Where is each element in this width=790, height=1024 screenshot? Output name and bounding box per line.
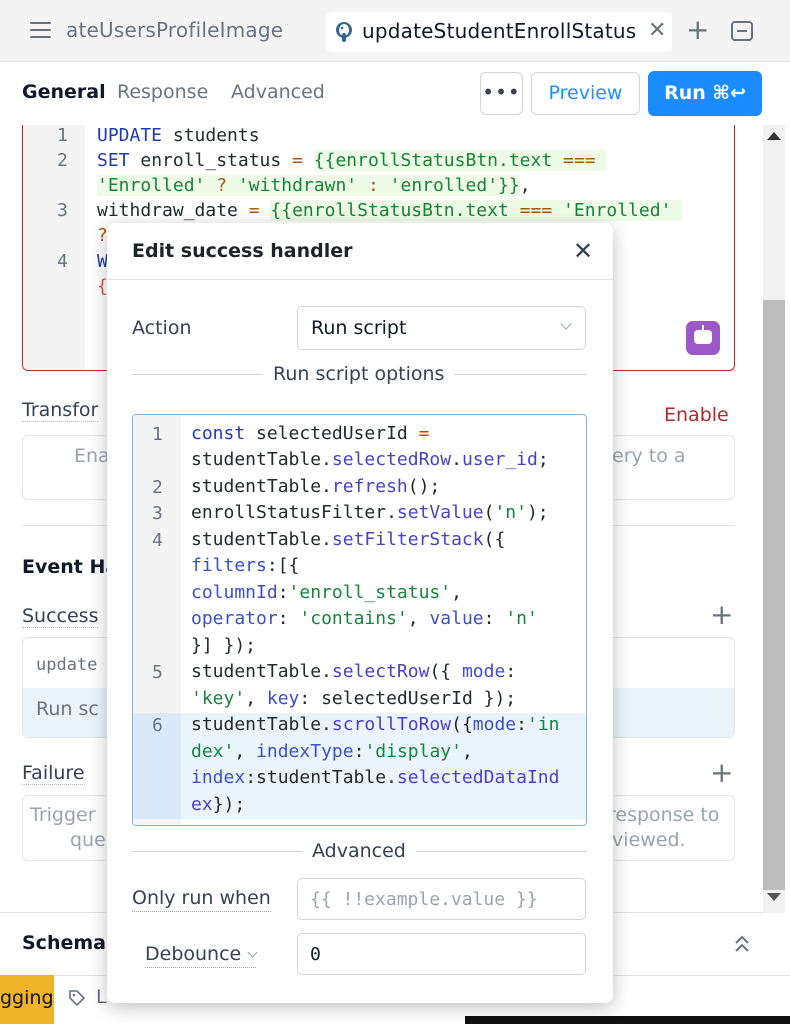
close-icon[interactable]: ✕ <box>573 237 593 265</box>
failure-placeholder: Trigger <box>30 804 96 826</box>
line-number: 4 <box>152 530 163 551</box>
debounce-input[interactable]: 0 <box>297 933 586 975</box>
action-select[interactable]: Run script <box>297 306 586 350</box>
code-line: 'Enrolled' ? 'withdrawn' : 'enrolled'}}, <box>97 175 531 196</box>
advanced-heading: Advanced <box>302 840 416 862</box>
code-line: SET enroll_status = {{enrollStatusBtn.te… <box>97 150 607 171</box>
schema-heading[interactable]: Schema <box>22 932 106 954</box>
failure-placeholder: viewed. <box>612 829 686 851</box>
chevron-down-icon <box>560 318 572 330</box>
tag-icon <box>69 990 86 1007</box>
logging-tab[interactable]: gging <box>0 975 54 1024</box>
code-line: columnId:'enroll_status', <box>191 582 462 603</box>
scroll-up-arrow[interactable] <box>767 132 781 140</box>
tab-response[interactable]: Response <box>117 81 208 103</box>
chevron-down-icon <box>247 947 258 958</box>
code-line: }] }); <box>191 635 257 656</box>
run-script-options-heading: Run script options <box>263 363 455 385</box>
code-line: const selectedUserId = <box>191 423 430 444</box>
add-success-handler-plus-icon[interactable]: + <box>710 601 733 629</box>
code-line: studentTable.refresh(); <box>191 476 441 497</box>
failure-placeholder: response to <box>608 804 720 826</box>
code-line: filters:[{ <box>191 555 300 576</box>
only-run-when-label: Only run when <box>132 887 271 912</box>
code-line: UPDATE students <box>97 125 260 146</box>
code-line: enrollStatusFilter.setValue('n'); <box>191 502 549 523</box>
line-number: 5 <box>152 662 163 683</box>
bottom-tab-partial[interactable]: L <box>96 986 107 1008</box>
minimize-icon[interactable] <box>731 21 753 41</box>
script-editor[interactable]: 1 2 3 4 5 6 const selectedUserId = stude… <box>132 414 587 826</box>
action-select-value: Run script <box>311 317 407 339</box>
only-run-when-placeholder: {{ !!example.value }} <box>310 889 538 910</box>
failure-placeholder: que <box>70 829 106 851</box>
code-line: dex', indexType:'display', <box>191 741 473 762</box>
chevrons-up-icon[interactable] <box>733 934 751 954</box>
debounce-value: 0 <box>310 944 321 965</box>
run-button[interactable]: Run ⌘↩ <box>648 71 762 116</box>
postgres-icon <box>336 22 352 42</box>
preview-button[interactable]: Preview <box>531 72 640 115</box>
line-number: 3 <box>57 200 68 221</box>
hamburger-icon[interactable] <box>30 22 51 40</box>
success-label: Success <box>22 605 99 628</box>
modal-title: Edit success handler <box>132 240 353 262</box>
debounce-dropdown[interactable]: Debounce <box>145 943 258 968</box>
close-icon[interactable]: ✕ <box>648 18 666 43</box>
line-number: 6 <box>152 715 163 736</box>
line-number: 2 <box>152 477 163 498</box>
success-handler-row[interactable]: update <box>36 655 97 675</box>
tab-advanced[interactable]: Advanced <box>231 81 325 103</box>
transformer-placeholder-right: ery to a <box>612 445 686 467</box>
line-number: 3 <box>152 503 163 524</box>
enable-transformer-link[interactable]: Enable <box>664 404 729 426</box>
code-line: 'key', key: selectedUserId }); <box>191 688 517 709</box>
code-line: studentTable.selectRow({ mode: <box>191 661 517 682</box>
line-number: 1 <box>57 125 68 146</box>
more-options-button[interactable]: ••• <box>480 72 523 115</box>
line-number: 4 <box>57 251 68 272</box>
line-number: 1 <box>152 424 163 445</box>
code-line: studentTable.scrollToRow({mode:'in <box>191 714 560 735</box>
failure-label: Failure <box>22 762 85 785</box>
tab-general[interactable]: General <box>22 81 106 103</box>
scrollbar-thumb[interactable] <box>763 300 785 890</box>
only-run-when-input[interactable]: {{ !!example.value }} <box>297 878 586 920</box>
line-number: 2 <box>57 150 68 171</box>
scroll-down-arrow[interactable] <box>767 893 781 901</box>
code-line: withdraw_date = {{enrollStatusBtn.text =… <box>97 200 683 221</box>
code-line: operator: 'contains', value: 'n' <box>191 608 538 629</box>
code-line: index:studentTable.selectedDataInd <box>191 767 560 788</box>
taskbar-strip <box>465 1016 790 1024</box>
code-line: studentTable.setFilterStack({ <box>191 529 506 550</box>
transformer-placeholder-left: Ena <box>74 445 110 467</box>
add-failure-handler-plus-icon[interactable]: + <box>710 759 733 787</box>
code-line: studentTable.selectedRow.user_id; <box>191 449 549 470</box>
divider <box>107 279 613 280</box>
transformer-label: Transfor <box>22 399 99 422</box>
success-handler-row[interactable]: Run sc <box>36 698 99 720</box>
tab-inactive-query[interactable]: ateUsersProfileImage <box>66 18 283 42</box>
editor-gutter <box>23 125 85 370</box>
code-line: ex}); <box>191 794 246 815</box>
plus-icon[interactable]: + <box>686 16 709 44</box>
action-label: Action <box>132 317 192 339</box>
event-handlers-heading: Event Ha <box>22 556 119 578</box>
tab-active-query[interactable]: updateStudentEnrollStatus ✕ <box>326 12 672 52</box>
tab-active-label: updateStudentEnrollStatus <box>362 19 637 43</box>
ai-assistant-icon[interactable] <box>686 321 720 355</box>
edit-success-handler-modal: Edit success handler ✕ Action Run script… <box>107 223 613 1003</box>
tab-bar: ateUsersProfileImage updateStudentEnroll… <box>0 0 790 62</box>
debounce-label: Debounce <box>145 943 242 965</box>
